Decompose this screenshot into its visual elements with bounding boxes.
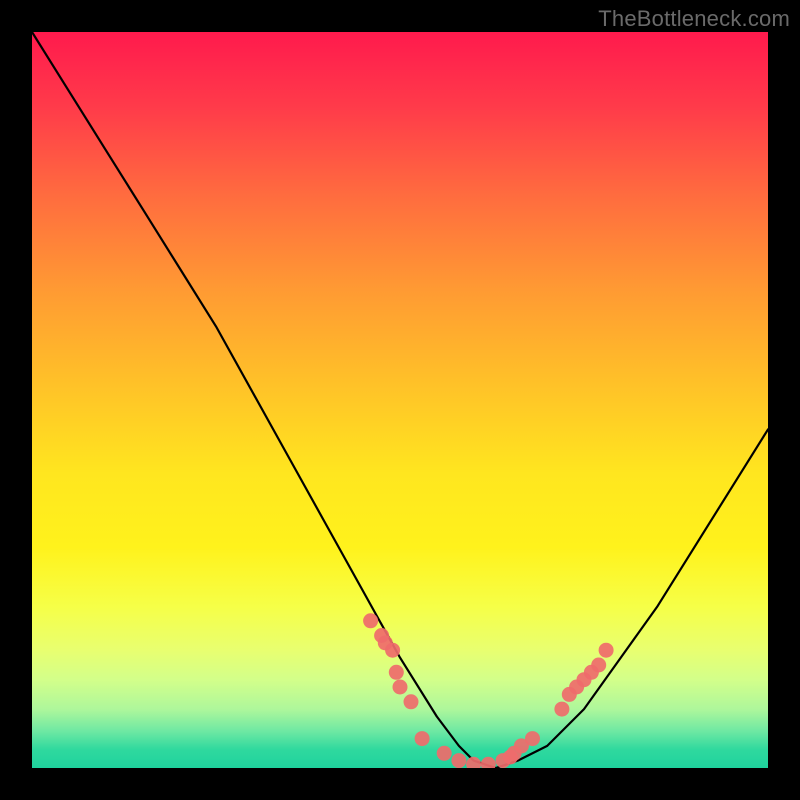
marker-dot xyxy=(562,687,577,702)
marker-dot xyxy=(599,643,614,658)
bottleneck-curve-path xyxy=(32,32,768,768)
marker-dot xyxy=(363,613,378,628)
marker-dot xyxy=(404,694,419,709)
marker-dot xyxy=(496,753,511,768)
marker-dot xyxy=(378,635,393,650)
curve-line xyxy=(32,32,768,768)
curve-layer xyxy=(32,32,768,768)
curve-markers xyxy=(363,613,613,768)
marker-dot xyxy=(389,665,404,680)
marker-dot xyxy=(374,628,389,643)
marker-dot xyxy=(591,658,606,673)
marker-dot xyxy=(451,753,466,768)
marker-dot xyxy=(569,680,584,695)
marker-dot xyxy=(437,746,452,761)
plot-area xyxy=(32,32,768,768)
marker-dot xyxy=(393,680,408,695)
marker-dot xyxy=(577,672,592,687)
marker-dot xyxy=(503,750,518,765)
marker-dot xyxy=(507,746,522,761)
marker-dot xyxy=(481,757,496,768)
marker-dot xyxy=(525,731,540,746)
chart-frame: TheBottleneck.com xyxy=(0,0,800,800)
watermark-label: TheBottleneck.com xyxy=(598,6,790,32)
marker-dot xyxy=(584,665,599,680)
marker-dot xyxy=(514,738,529,753)
marker-dot xyxy=(466,757,481,768)
marker-dot xyxy=(554,702,569,717)
marker-dot xyxy=(415,731,430,746)
marker-dot xyxy=(385,643,400,658)
